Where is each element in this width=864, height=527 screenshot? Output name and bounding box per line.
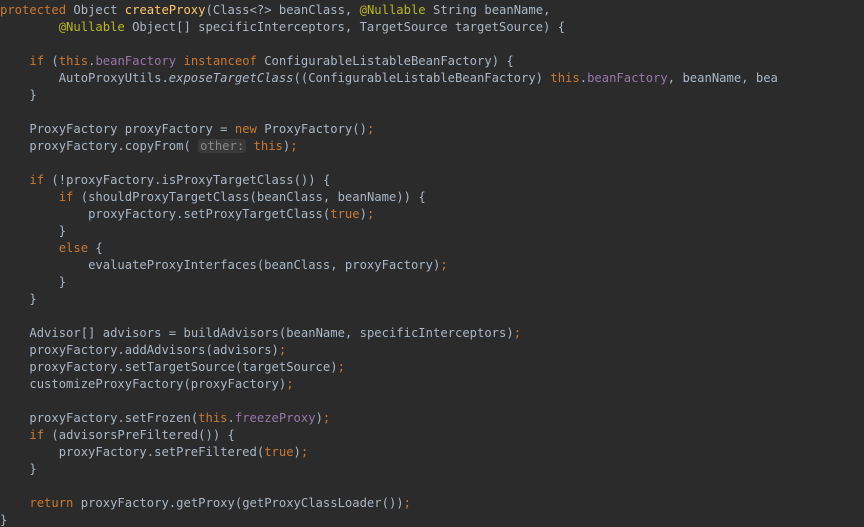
code-line: if (this.beanFactory instanceof Configur…	[0, 54, 514, 68]
field-beanFactory: beanFactory	[95, 54, 176, 68]
code-line: else {	[0, 241, 103, 255]
param-hint-other: other:	[198, 139, 246, 153]
code-line: AutoProxyUtils.exposeTargetClass((Config…	[0, 71, 778, 85]
code-line: }	[0, 275, 66, 289]
code-line: evaluateProxyInterfaces(beanClass, proxy…	[0, 258, 448, 272]
code-line: @Nullable Object[] specificInterceptors,…	[0, 20, 565, 34]
method-name: createProxy	[125, 3, 206, 17]
code-line: proxyFactory.addAdvisors(advisors);	[0, 343, 286, 357]
code-line: proxyFactory.setProxyTargetClass(true);	[0, 207, 374, 221]
code-line: }	[0, 462, 37, 476]
code-line: return proxyFactory.getProxy(getProxyCla…	[0, 496, 411, 510]
code-line: }	[0, 224, 66, 238]
code-line: if (shouldProxyTargetClass(beanClass, be…	[0, 190, 426, 204]
code-line: proxyFactory.setPreFiltered(true);	[0, 445, 308, 459]
code-line: proxyFactory.copyFrom( other: this);	[0, 139, 298, 153]
code-editor[interactable]: protected Object createProxy(Class<?> be…	[0, 0, 864, 527]
code-line: ProxyFactory proxyFactory = new ProxyFac…	[0, 122, 374, 136]
annotation-nullable: @Nullable	[59, 20, 125, 34]
code-line: customizeProxyFactory(proxyFactory);	[0, 377, 294, 391]
code-line: Advisor[] advisors = buildAdvisors(beanN…	[0, 326, 521, 340]
code-line: protected Object createProxy(Class<?> be…	[0, 3, 550, 17]
code-line: }	[0, 513, 7, 527]
code-line: }	[0, 88, 37, 102]
code-line: if (advisorsPreFiltered()) {	[0, 428, 235, 442]
code-line: proxyFactory.setTargetSource(targetSourc…	[0, 360, 345, 374]
code-line: }	[0, 292, 37, 306]
code-line: if (!proxyFactory.isProxyTargetClass()) …	[0, 173, 330, 187]
kw-protected: protected	[0, 3, 66, 17]
annotation-nullable: @Nullable	[360, 3, 426, 17]
code-line: proxyFactory.setFrozen(this.freezeProxy)…	[0, 411, 330, 425]
